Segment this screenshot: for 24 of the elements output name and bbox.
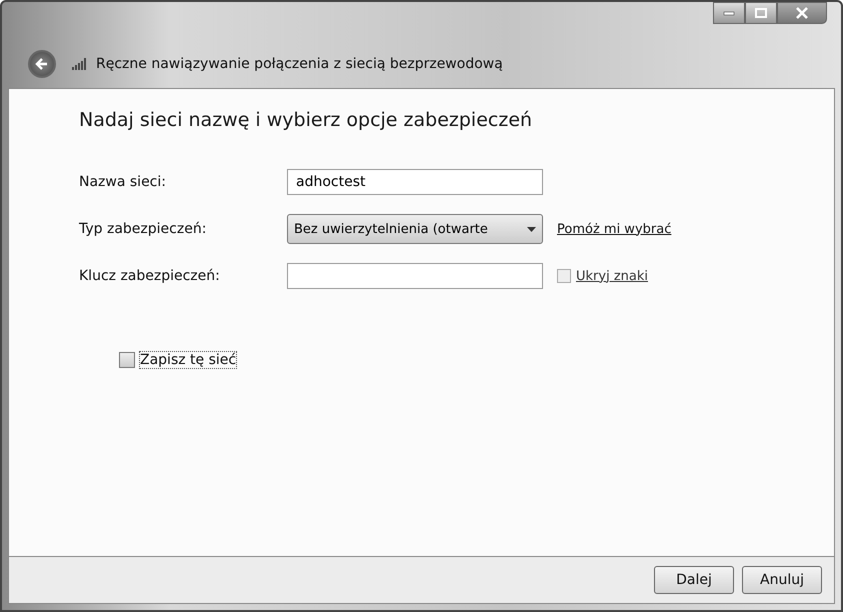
- dialog-button[interactable]: Dalej: [654, 566, 734, 594]
- page-heading: Nadaj sieci nazwę i wybierz opcje zabezpieczeń: [79, 109, 534, 131]
- maximize-button[interactable]: [745, 2, 777, 24]
- field-label: Nazwa sieci:: [79, 174, 167, 190]
- back-button[interactable]: [28, 50, 56, 78]
- input-field[interactable]: [287, 263, 543, 289]
- close-icon: [795, 7, 809, 19]
- window-title: Ręczne nawiązywanie połączenia z siecią bezprzewodową: [96, 56, 503, 72]
- caret-icon: [527, 226, 536, 232]
- maximize-icon: [755, 8, 767, 18]
- checkbox-label: Ukryj znaki: [576, 268, 648, 284]
- signal-icon: [72, 58, 88, 70]
- minimize-icon: [723, 10, 735, 16]
- input-field[interactable]: adhoctest: [287, 169, 543, 195]
- minimize-button[interactable]: [713, 2, 745, 24]
- checkbox[interactable]: [119, 352, 135, 368]
- dialog-button[interactable]: Anuluj: [742, 566, 822, 594]
- field-label: Klucz zabezpieczeń:: [79, 268, 221, 284]
- checkbox-label: Zapisz tę sieć: [139, 351, 238, 369]
- close-button[interactable]: [777, 2, 827, 24]
- security-type-dropdown[interactable]: Bez uwierzytelnienia (otwarte: [287, 214, 543, 244]
- field-label: Typ zabezpieczeń:: [79, 221, 208, 237]
- help-link[interactable]: Pomóż mi wybrać: [557, 222, 672, 236]
- back-arrow-icon: [35, 57, 49, 71]
